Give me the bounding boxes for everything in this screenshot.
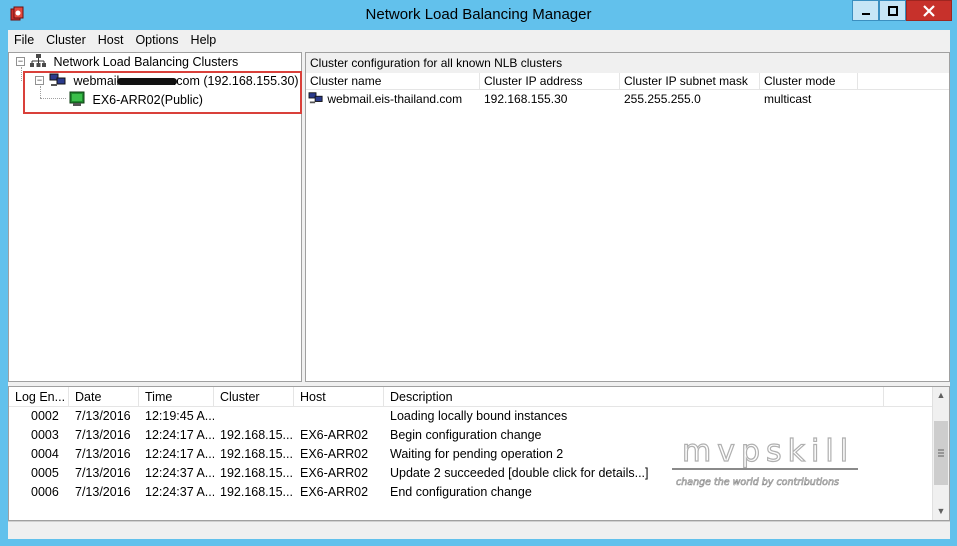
menu-file[interactable]: File <box>8 30 40 50</box>
log-date: 7/13/2016 <box>75 485 131 499</box>
log-row[interactable]: 0002 7/13/2016 12:19:45 A... Loading loc… <box>9 407 949 426</box>
minimize-button[interactable] <box>852 0 879 21</box>
tree-root[interactable]: Network Load Balancing Clusters <box>29 53 238 70</box>
maximize-button[interactable] <box>879 0 906 21</box>
nlb-manager-window: Network Load Balancing Manager File Clus… <box>0 0 957 546</box>
log-entry: 0002 <box>31 409 59 423</box>
log-host <box>294 407 384 426</box>
maximize-icon <box>887 5 898 16</box>
scroll-thumb[interactable] <box>934 421 948 485</box>
cluster-table-header: Cluster name Cluster IP address Cluster … <box>306 73 949 90</box>
cluster-config-header: Cluster configuration for all known NLB … <box>306 53 949 73</box>
log-entry: 0004 <box>31 447 59 461</box>
cluster-tree-pane[interactable]: − Network Load Balancing Clusters − webm… <box>8 52 302 382</box>
log-host: EX6-ARR02 <box>300 447 369 461</box>
log-cluster: 192.168.15... <box>220 466 293 480</box>
status-bar <box>8 521 950 539</box>
col-date[interactable]: Date <box>69 387 139 406</box>
minimize-icon <box>861 12 870 15</box>
log-description: Begin configuration change <box>390 428 542 442</box>
log-time: 12:24:17 A... <box>145 428 214 442</box>
menu-cluster[interactable]: Cluster <box>40 30 92 50</box>
cell-subnet-mask: 255.255.255.0 <box>624 92 701 106</box>
close-icon <box>923 4 935 17</box>
col-cluster[interactable]: Cluster <box>214 387 294 406</box>
scroll-up-icon[interactable]: ▲ <box>933 387 949 404</box>
log-time: 12:24:37 A... <box>145 485 214 499</box>
scroll-down-icon[interactable]: ▼ <box>933 503 949 520</box>
log-pane: Log En... Date Time Cluster Host Descrip… <box>8 386 950 521</box>
network-clusters-icon <box>30 54 46 67</box>
cluster-icon <box>308 92 323 104</box>
menu-host[interactable]: Host <box>92 30 130 50</box>
col-time[interactable]: Time <box>139 387 214 406</box>
tree-root-label: Network Load Balancing Clusters <box>53 55 239 69</box>
cluster-config-pane: Cluster configuration for all known NLB … <box>305 52 950 382</box>
log-date: 7/13/2016 <box>75 409 131 423</box>
log-scrollbar[interactable]: ▲ ▼ <box>932 387 949 520</box>
title-bar[interactable]: Network Load Balancing Manager <box>0 0 957 30</box>
log-description: Waiting for pending operation 2 <box>390 447 564 461</box>
log-row[interactable]: 0003 7/13/2016 12:24:17 A... 192.168.15.… <box>9 426 949 445</box>
col-log-entry[interactable]: Log En... <box>9 387 69 406</box>
col-cluster-mode[interactable]: Cluster mode <box>760 73 858 89</box>
log-description: Update 2 succeeded [double click for det… <box>390 466 649 480</box>
cluster-table-row[interactable]: webmail.eis-thailand.com 192.168.155.30 … <box>306 90 949 108</box>
log-cluster: 192.168.15... <box>220 485 293 499</box>
col-description[interactable]: Description <box>384 387 884 406</box>
col-cluster-name[interactable]: Cluster name <box>306 73 480 89</box>
col-cluster-ip[interactable]: Cluster IP address <box>480 73 620 89</box>
window-title: Network Load Balancing Manager <box>365 6 592 23</box>
log-date: 7/13/2016 <box>75 466 131 480</box>
log-time: 12:19:45 A... <box>145 409 214 423</box>
log-row[interactable]: 0006 7/13/2016 12:24:37 A... 192.168.15.… <box>9 483 949 502</box>
highlight-box <box>23 71 302 114</box>
menu-help[interactable]: Help <box>185 30 223 50</box>
col-subnet-mask[interactable]: Cluster IP subnet mask <box>620 73 760 89</box>
log-row[interactable]: 0004 7/13/2016 12:24:17 A... 192.168.15.… <box>9 445 949 464</box>
client-area: − Network Load Balancing Clusters − webm… <box>8 50 950 539</box>
log-cluster: 192.168.15... <box>220 447 293 461</box>
log-time: 12:24:17 A... <box>145 447 214 461</box>
log-description: Loading locally bound instances <box>390 409 568 423</box>
log-host: EX6-ARR02 <box>300 485 369 499</box>
close-button[interactable] <box>906 0 952 21</box>
log-entry: 0005 <box>31 466 59 480</box>
log-date: 7/13/2016 <box>75 447 131 461</box>
log-description: End configuration change <box>390 485 532 499</box>
root-collapse-icon[interactable]: − <box>16 57 25 66</box>
log-host: EX6-ARR02 <box>300 428 369 442</box>
col-host[interactable]: Host <box>294 387 384 406</box>
cell-cluster-ip: 192.168.155.30 <box>484 92 568 106</box>
log-cluster <box>214 407 294 426</box>
menu-bar: File Cluster Host Options Help <box>8 30 950 50</box>
log-time: 12:24:37 A... <box>145 466 214 480</box>
log-table-header: Log En... Date Time Cluster Host Descrip… <box>9 387 949 407</box>
log-row[interactable]: 0005 7/13/2016 12:24:37 A... 192.168.15.… <box>9 464 949 483</box>
log-entry: 0003 <box>31 428 59 442</box>
cluster-name-text: webmail.eis-thailand.com <box>327 92 463 106</box>
grip-icon <box>938 449 944 457</box>
log-cluster: 192.168.15... <box>220 428 293 442</box>
log-host: EX6-ARR02 <box>300 466 369 480</box>
menu-options[interactable]: Options <box>129 30 184 50</box>
tree-connector <box>21 67 22 81</box>
log-entry: 0006 <box>31 485 59 499</box>
cell-cluster-name: webmail.eis-thailand.com <box>306 90 480 108</box>
log-date: 7/13/2016 <box>75 428 131 442</box>
cell-cluster-mode: multicast <box>764 92 812 106</box>
